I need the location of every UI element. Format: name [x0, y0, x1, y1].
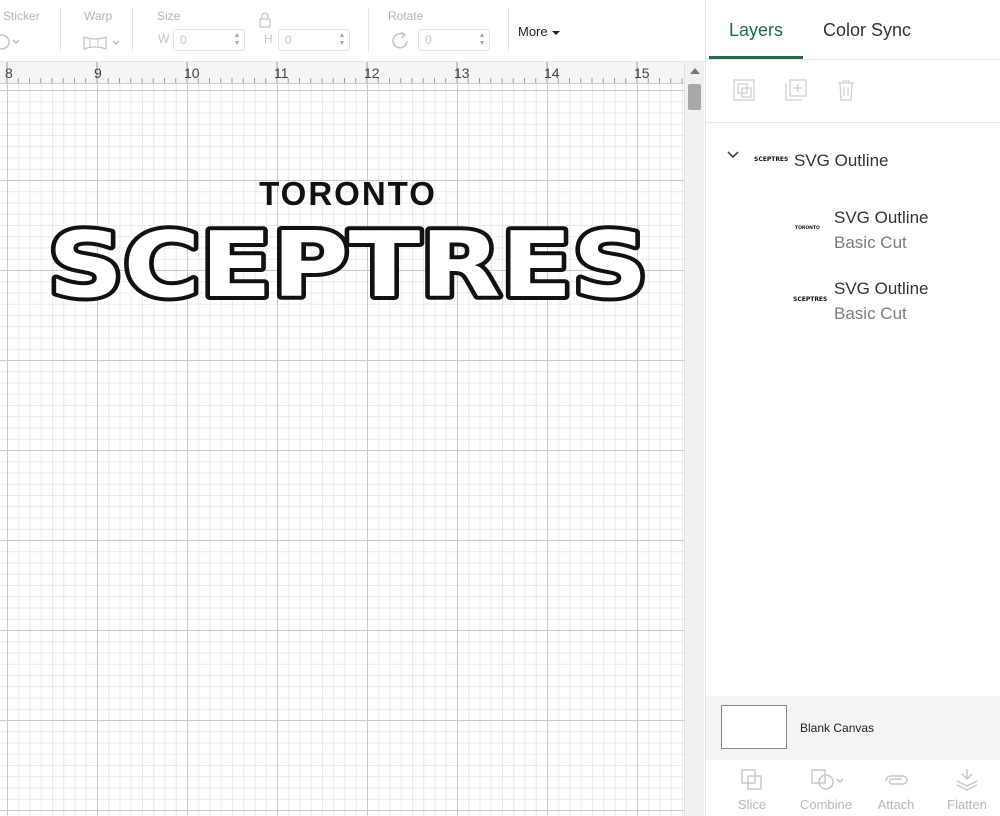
ruler-label: 11	[274, 65, 289, 81]
toolbar-separator	[368, 8, 369, 52]
width-input[interactable]: 0 ▲ ▼	[173, 29, 245, 51]
scroll-up-arrow-icon[interactable]	[690, 68, 700, 74]
ruler-label: 10	[184, 65, 200, 81]
attach-label: Attach	[877, 797, 915, 812]
caret-down-icon	[552, 30, 561, 35]
layer-operation: Basic Cut	[834, 233, 907, 252]
ruler-label: 8	[5, 65, 13, 81]
ruler-label: 9	[94, 65, 102, 81]
rotate-icon	[392, 31, 408, 49]
size-label: Size	[157, 9, 181, 23]
tab-color-sync[interactable]: Color Sync	[823, 20, 911, 41]
width-stepper-icon[interactable]: ▲ ▼	[232, 32, 242, 48]
blank-canvas-row[interactable]: Blank Canvas	[706, 696, 1000, 760]
layers-panel: Layers Color Sync SCEPTRES SVG Outline T…	[705, 0, 1000, 816]
toolbar-separator	[132, 8, 133, 52]
divider	[706, 59, 1000, 60]
layer-title: SVG Outline	[834, 208, 929, 227]
height-prefix: H	[264, 32, 273, 46]
height-input[interactable]: 0 ▲ ▼	[278, 29, 350, 51]
design-space: Sticker Warp Size W 0 ▲ ▼ H 0 ▲ ▼ Rotate…	[0, 0, 1000, 816]
combine-button[interactable]: Combine	[791, 762, 861, 816]
combine-icon	[811, 769, 844, 790]
sticker-label: Sticker	[3, 9, 40, 23]
design-canvas[interactable]: TORONTO SCEPTRES	[0, 84, 688, 816]
attach-icon	[885, 775, 908, 785]
warp-label: Warp	[84, 9, 113, 23]
blank-canvas-swatch[interactable]	[721, 705, 787, 749]
toronto-text[interactable]: TORONTO	[259, 175, 437, 212]
attach-button[interactable]: Attach	[861, 762, 931, 816]
width-prefix: W	[158, 32, 170, 46]
ruler-ticks	[6, 62, 683, 83]
ruler-label: 15	[634, 65, 650, 81]
rotate-label: Rotate	[388, 9, 424, 23]
ruler-label: 12	[364, 65, 380, 81]
layer-title: SVG Outline	[834, 279, 929, 298]
ruler-label: 14	[544, 65, 560, 81]
more-button[interactable]: More	[518, 24, 561, 39]
width-value: 0	[180, 33, 187, 47]
slice-button[interactable]: Slice	[717, 762, 787, 816]
delete-icon[interactable]	[834, 78, 858, 102]
combine-label: Combine	[799, 797, 853, 812]
blank-canvas-label: Blank Canvas	[800, 721, 875, 735]
rotate-stepper-icon[interactable]: ▲ ▼	[477, 32, 487, 48]
height-stepper-icon[interactable]: ▲ ▼	[337, 32, 347, 48]
layer-thumbnail: TORONTO	[795, 226, 820, 231]
height-value: 0	[285, 33, 292, 47]
flatten-icon	[956, 769, 978, 791]
lock-icon[interactable]	[258, 11, 272, 29]
flatten-button[interactable]: Flatten	[932, 762, 1000, 816]
chevron-down-icon[interactable]	[726, 148, 740, 162]
toolbar-separator	[60, 8, 61, 52]
slice-label: Slice	[737, 797, 767, 812]
group-icon[interactable]	[732, 78, 756, 102]
rotate-value: 0	[425, 33, 432, 47]
layer-thumbnail: SCEPTRES	[793, 296, 828, 303]
warp-icon[interactable]	[82, 33, 122, 53]
duplicate-icon[interactable]	[784, 78, 808, 102]
divider	[706, 122, 1000, 123]
vertical-scrollbar[interactable]	[684, 62, 704, 816]
sceptres-outline-text[interactable]: SCEPTRES	[44, 209, 652, 322]
horizontal-ruler: 8 9 10 11 12 13 14 15	[0, 62, 688, 84]
sticker-icon[interactable]	[0, 32, 22, 52]
canvas-artwork: TORONTO SCEPTRES	[44, 175, 652, 322]
layer-title: SVG Outline	[794, 151, 889, 170]
edit-toolbar: Sticker Warp Size W 0 ▲ ▼ H 0 ▲ ▼ Rotate…	[0, 0, 705, 62]
toolbar-separator	[508, 8, 509, 52]
slice-icon	[741, 769, 762, 790]
rotate-input[interactable]: 0 ▲ ▼	[418, 29, 490, 51]
layer-thumbnail: SCEPTRES	[754, 156, 789, 163]
more-label: More	[518, 24, 548, 39]
layer-operation: Basic Cut	[834, 304, 907, 323]
ruler-label: 13	[454, 65, 470, 81]
scroll-thumb[interactable]	[688, 84, 701, 110]
flatten-label: Flatten	[947, 797, 987, 812]
tab-layers[interactable]: Layers	[729, 20, 783, 41]
